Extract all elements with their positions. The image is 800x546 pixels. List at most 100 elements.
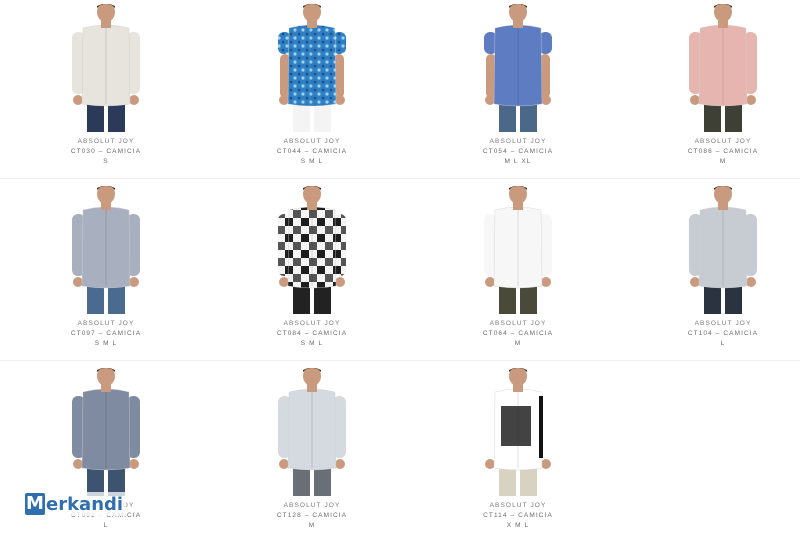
product-row: ABSOLUT JOY CT030 – CAMICIA S ABSOLUT JO… xyxy=(0,0,800,182)
head xyxy=(303,4,321,22)
hand-left xyxy=(73,459,83,469)
hand-right xyxy=(541,95,551,105)
hand-right xyxy=(541,459,551,469)
product-code[interactable]: CT084 – CAMICIA xyxy=(237,329,387,339)
hand-left xyxy=(279,277,289,287)
product-meta: ABSOLUT JOY CT030 – CAMICIA S xyxy=(31,137,181,167)
head xyxy=(714,186,732,204)
product-photo[interactable] xyxy=(443,368,593,496)
hand-left xyxy=(485,277,495,287)
product-brand: ABSOLUT JOY xyxy=(694,138,752,145)
product-code[interactable]: CT128 – CAMICIA xyxy=(237,511,387,521)
product-photo[interactable] xyxy=(648,186,798,314)
hand-left xyxy=(690,277,700,287)
hand-right xyxy=(541,277,551,287)
product-brand: ABSOLUT JOY xyxy=(489,138,547,145)
product-code[interactable]: CT064 – CAMICIA xyxy=(443,329,593,339)
product-sizes: S M L xyxy=(94,340,118,347)
hand-left xyxy=(690,95,700,105)
product-meta: ABSOLUT JOY CT054 – CAMICIA M L XL xyxy=(443,137,593,167)
hand-right xyxy=(335,459,345,469)
product-card[interactable]: ABSOLUT JOY CT086 – CAMICIA M xyxy=(648,0,798,178)
product-brand: ABSOLUT JOY xyxy=(283,320,341,327)
model-figure xyxy=(278,186,346,314)
head xyxy=(97,186,115,204)
sleeve-stripe xyxy=(539,396,543,458)
product-brand: ABSOLUT JOY xyxy=(283,138,341,145)
product-card[interactable]: ABSOLUT JOY CT030 – CAMICIA S xyxy=(31,0,181,178)
model-figure xyxy=(689,4,757,132)
hand-right xyxy=(335,277,345,287)
product-code[interactable]: CT054 – CAMICIA xyxy=(443,147,593,157)
product-row: ABSOLUT JOY CT092 – CAMICIA L ABSOLUT JO… xyxy=(0,364,800,546)
product-row: ABSOLUT JOY CT097 – CAMICIA S M L ABSOLU… xyxy=(0,182,800,364)
head xyxy=(97,368,115,386)
product-photo[interactable] xyxy=(31,186,181,314)
logo-m-box: M xyxy=(25,493,45,515)
product-photo[interactable] xyxy=(31,368,181,496)
model-figure xyxy=(72,368,140,496)
model-figure xyxy=(278,4,346,132)
model-figure xyxy=(484,4,552,132)
shirt-print xyxy=(501,406,531,446)
hand-right xyxy=(746,95,756,105)
head xyxy=(509,186,527,204)
head xyxy=(97,4,115,22)
product-sizes: S M L xyxy=(300,158,324,165)
head xyxy=(509,368,527,386)
product-brand: ABSOLUT JOY xyxy=(489,320,547,327)
product-sizes: M xyxy=(308,522,316,529)
product-meta: ABSOLUT JOY CT128 – CAMICIA M xyxy=(237,501,387,531)
hand-left xyxy=(485,459,495,469)
product-brand: ABSOLUT JOY xyxy=(694,320,752,327)
product-meta: ABSOLUT JOY CT104 – CAMICIA L xyxy=(648,319,798,349)
product-photo[interactable] xyxy=(237,368,387,496)
product-photo[interactable] xyxy=(31,4,181,132)
head xyxy=(303,186,321,204)
logo-text: erkandi xyxy=(46,493,124,515)
product-photo[interactable] xyxy=(443,4,593,132)
product-meta: ABSOLUT JOY CT084 – CAMICIA S M L xyxy=(237,319,387,349)
product-meta: ABSOLUT JOY CT044 – CAMICIA S M L xyxy=(237,137,387,167)
head xyxy=(509,4,527,22)
product-code[interactable]: CT097 – CAMICIA xyxy=(31,329,181,339)
head xyxy=(714,4,732,22)
product-code[interactable]: CT044 – CAMICIA xyxy=(237,147,387,157)
product-card[interactable]: ABSOLUT JOY CT104 – CAMICIA L xyxy=(648,182,798,360)
product-card[interactable]: ABSOLUT JOY CT097 – CAMICIA S M L xyxy=(31,182,181,360)
product-sizes: X M L xyxy=(506,522,530,529)
product-sizes: M xyxy=(719,158,727,165)
model-figure xyxy=(72,4,140,132)
product-code[interactable]: CT030 – CAMICIA xyxy=(31,147,181,157)
product-brand: ABSOLUT JOY xyxy=(283,502,341,509)
product-photo[interactable] xyxy=(443,186,593,314)
product-meta: ABSOLUT JOY CT086 – CAMICIA M xyxy=(648,137,798,167)
hand-left xyxy=(279,459,289,469)
hand-right xyxy=(129,277,139,287)
product-meta: ABSOLUT JOY CT064 – CAMICIA M xyxy=(443,319,593,349)
product-card[interactable]: ABSOLUT JOY CT064 – CAMICIA M xyxy=(443,182,593,360)
product-card[interactable]: ABSOLUT JOY CT114 – CAMICIA X M L xyxy=(443,364,593,542)
hand-right xyxy=(129,459,139,469)
product-sizes: M L XL xyxy=(504,158,532,165)
product-code[interactable]: CT086 – CAMICIA xyxy=(648,147,798,157)
product-card[interactable]: ABSOLUT JOY CT084 – CAMICIA S M L xyxy=(237,182,387,360)
hand-left xyxy=(73,95,83,105)
product-photo[interactable] xyxy=(648,4,798,132)
product-photo[interactable] xyxy=(237,4,387,132)
product-code[interactable]: CT114 – CAMICIA xyxy=(443,511,593,521)
product-sizes: S xyxy=(103,158,109,165)
model-figure xyxy=(484,368,552,496)
product-card[interactable]: ABSOLUT JOY CT128 – CAMICIA M xyxy=(237,364,387,542)
head xyxy=(303,368,321,386)
product-photo[interactable] xyxy=(237,186,387,314)
product-meta: ABSOLUT JOY CT114 – CAMICIA X M L xyxy=(443,501,593,531)
product-code[interactable]: CT104 – CAMICIA xyxy=(648,329,798,339)
product-brand: ABSOLUT JOY xyxy=(77,138,135,145)
product-meta: ABSOLUT JOY CT097 – CAMICIA S M L xyxy=(31,319,181,349)
product-card[interactable]: ABSOLUT JOY CT054 – CAMICIA M L XL xyxy=(443,0,593,178)
hand-left xyxy=(73,277,83,287)
product-brand: ABSOLUT JOY xyxy=(77,320,135,327)
merkandi-watermark-logo: Merkandi xyxy=(22,492,127,516)
product-card[interactable]: ABSOLUT JOY CT044 – CAMICIA S M L xyxy=(237,0,387,178)
